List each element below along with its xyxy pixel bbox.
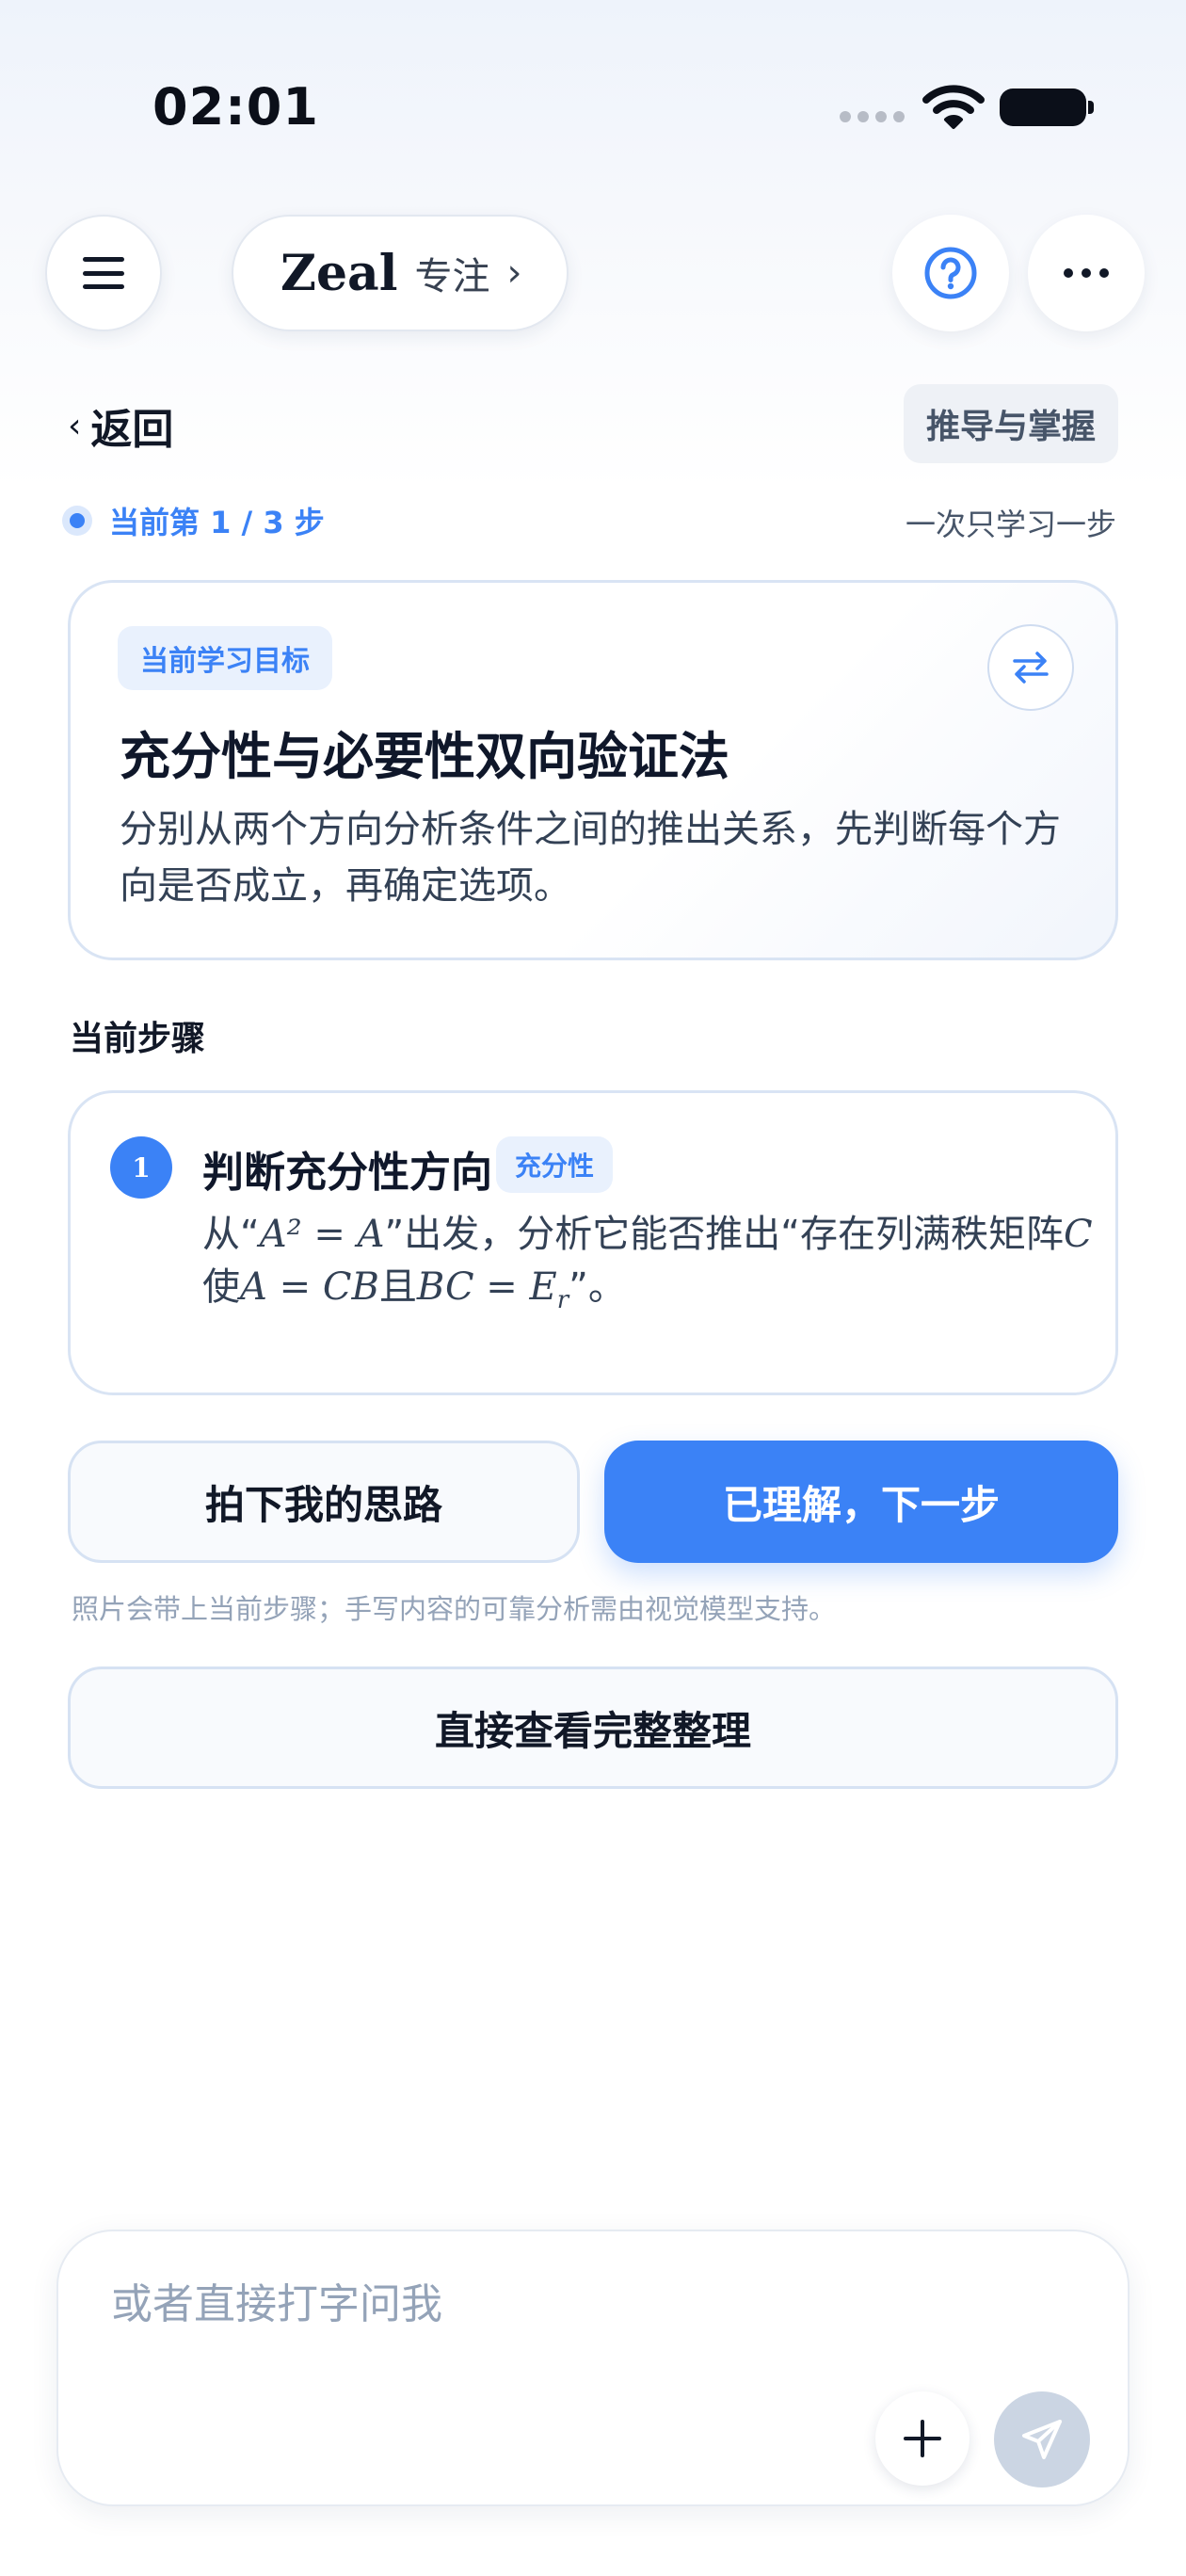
step-chip: 充分性 (496, 1136, 614, 1193)
more-button[interactable] (1028, 215, 1145, 331)
back-label: 返回 (90, 406, 174, 454)
chevron-left-icon: ‹ (68, 406, 82, 445)
step-hint: 一次只学习一步 (905, 507, 1116, 542)
mode-tag-button[interactable]: 推导与掌握 (904, 384, 1118, 463)
view-full-summary-button[interactable]: 直接查看完整整理 (68, 1666, 1118, 1789)
message-composer (56, 2230, 1130, 2506)
menu-button[interactable] (45, 215, 162, 331)
attach-button[interactable] (875, 2391, 970, 2486)
chevron-right-icon: › (506, 251, 522, 295)
wifi-icon (922, 85, 985, 129)
current-step-heading: 当前步骤 (70, 1020, 206, 1058)
step-title: 判断充分性方向 (202, 1149, 492, 1197)
step-progress-label: 当前第 1 / 3 步 (109, 505, 325, 540)
swap-button[interactable] (987, 624, 1074, 711)
battery-icon (1000, 89, 1094, 126)
send-button[interactable] (994, 2391, 1090, 2487)
message-input[interactable] (111, 2280, 958, 2328)
step-number-badge: 1 (110, 1136, 172, 1199)
step-progress: 当前第 1 / 3 步 (62, 499, 325, 542)
status-time: 02:01 (152, 77, 319, 137)
mode-label: 专注 (414, 255, 490, 298)
help-button[interactable] (892, 215, 1009, 331)
brand-mode-switch[interactable]: Zeal 专注 › (232, 215, 569, 331)
help-circle-icon (924, 247, 977, 299)
step-description: 从“A² = A”出发，分析它能否推出“存在列满秩矩阵C 使A = CB且BC … (202, 1213, 1093, 1314)
plus-icon (904, 2420, 941, 2457)
signal-icon (840, 111, 905, 122)
more-horizontal-icon (1064, 268, 1109, 278)
capture-thinking-button[interactable]: 拍下我的思路 (68, 1441, 580, 1563)
back-button[interactable]: ‹ 返回 (68, 395, 173, 456)
goal-description: 分别从两个方向分析条件之间的推出关系，先判断每个方向是否成立，再确定选项。 (120, 808, 1061, 908)
learning-goal-card: 当前学习目标 充分性与必要性双向验证法 分别从两个方向分析条件之间的推出关系，先… (68, 580, 1118, 960)
swap-icon (1013, 652, 1049, 684)
brand-name: Zeal (280, 244, 398, 302)
next-step-button[interactable]: 已理解，下一步 (604, 1441, 1118, 1563)
menu-icon (83, 257, 124, 289)
goal-chip: 当前学习目标 (118, 626, 332, 690)
photo-note: 照片会带上当前步骤；手写内容的可靠分析需由视觉模型支持。 (72, 1593, 837, 1625)
goal-title: 充分性与必要性双向验证法 (120, 727, 729, 786)
progress-dot-icon (62, 506, 92, 536)
current-step-card: 1 判断充分性方向 充分性 从“A² = A”出发，分析它能否推出“存在列满秩矩… (68, 1090, 1118, 1395)
send-icon (1022, 2420, 1062, 2459)
